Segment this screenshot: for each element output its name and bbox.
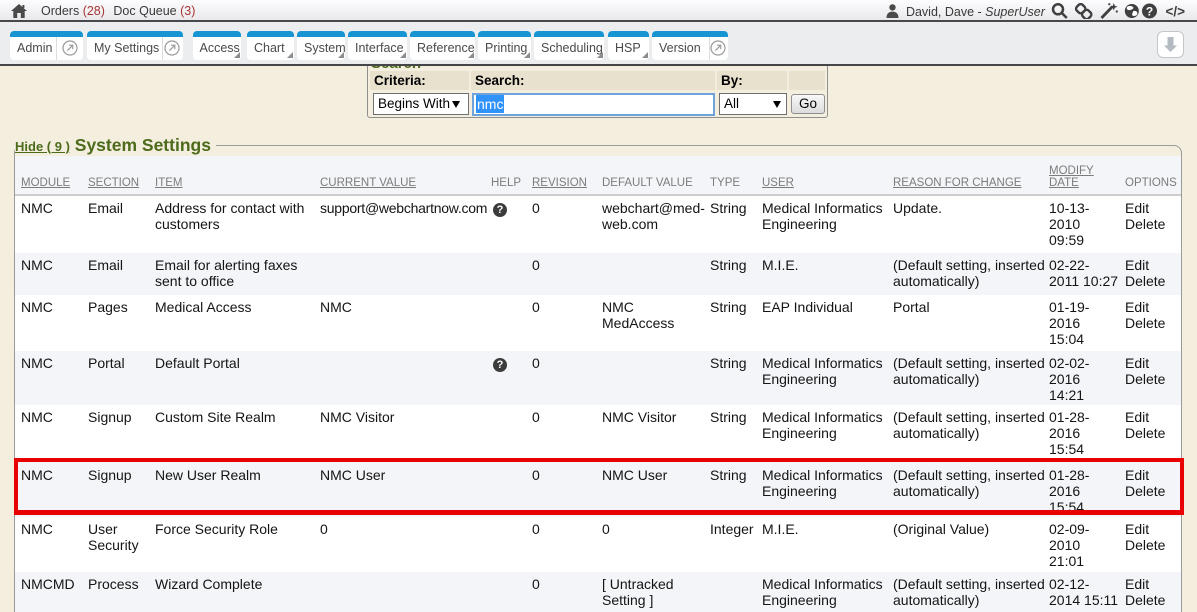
svg-text:?: ? (1146, 5, 1153, 19)
svg-text:</>: </> (1166, 4, 1186, 19)
